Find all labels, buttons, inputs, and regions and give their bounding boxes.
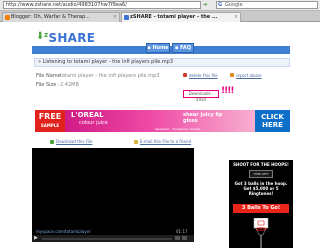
basketball-hoop-icon — [253, 218, 269, 248]
nav-faq-button[interactable]: ▪ FAQ — [172, 43, 194, 53]
ad-click-here-button[interactable]: CLICK HERE — [255, 110, 290, 132]
email-icon[interactable] — [134, 140, 138, 144]
google-icon: G — [218, 2, 223, 8]
downloads-value: 5934 — [195, 97, 207, 102]
url-field[interactable]: http://www.zshare.net/audio/4983107hw7f9… — [3, 1, 201, 9]
breadcrumb: » Listening to totami player - the infi … — [34, 58, 290, 67]
close-icon[interactable]: × — [113, 13, 117, 22]
annotation-exclamations: !!!! — [221, 86, 234, 96]
faq-icon: ▪ — [174, 45, 179, 51]
nav-home-label: Home — [152, 45, 169, 51]
player-progress-bar[interactable] — [42, 238, 172, 240]
download-file-link[interactable]: Download this File — [56, 139, 92, 144]
go-arrow-icon[interactable]: ➜ — [203, 1, 209, 9]
close-icon[interactable]: × — [234, 13, 238, 22]
ad-product: colour juice — [79, 120, 108, 126]
side-ad[interactable]: SHOOT FOR THE HOOPS! TIME LEFT Got 3 bal… — [229, 160, 293, 248]
page-viewport: ⬇ zSHARE ▪ Home ▪ FAQ » Listening to tot… — [0, 22, 320, 248]
file-size-label: File Size : — [36, 82, 60, 88]
download-icon[interactable] — [50, 140, 54, 144]
nav-faq-label: FAQ — [180, 45, 192, 51]
tab-bar: Blogger: Oh, Warfar & Therap... × zSHARE… — [0, 11, 320, 22]
ad-strip-text: Sweetest... Strawberry Sorbet... — [155, 127, 203, 131]
nav-home-button[interactable]: ▪ Home — [146, 43, 170, 53]
volume-icon[interactable] — [175, 236, 180, 240]
file-name-value: totami player - the infi players pile.mp… — [60, 73, 160, 79]
player-brand: myspace.com/totamiplayer — [36, 229, 91, 234]
tab-blogger[interactable]: Blogger: Oh, Warfar & Therap... × — [2, 12, 120, 22]
email-file-link[interactable]: E-mail this File to a friend — [140, 139, 191, 144]
home-icon: ▪ — [147, 45, 151, 51]
address-toolbar: http://www.zshare.net/audio/4983107hw7f9… — [0, 0, 320, 11]
ad-sample-text: SAMPLE — [40, 123, 60, 128]
delete-file-link[interactable]: delete this file — [189, 73, 218, 78]
downloads-label: Downloads : — [188, 91, 214, 96]
file-size-value: 2.42MB — [60, 82, 79, 88]
zshare-favicon-icon — [124, 15, 129, 20]
tab-label: zSHARE - totami player - the ... — [130, 14, 218, 20]
ad-free-sample[interactable]: FREE SAMPLE — [35, 110, 65, 132]
zshare-logo[interactable]: zSHARE — [44, 31, 95, 45]
blogger-favicon-icon — [5, 15, 10, 20]
audio-player[interactable]: myspace.com/totamiplayer 01:17 ▶ — [32, 148, 194, 242]
google-search-field[interactable]: G Google — [216, 1, 318, 9]
downloads-counter: Downloads : 5934 — [183, 90, 219, 102]
ad-free-text: FREE — [38, 112, 62, 121]
player-time: 01:17 — [176, 229, 188, 234]
report-abuse-link[interactable]: report abuse — [236, 73, 262, 78]
ad-banner[interactable]: L'OREAL colour juice shear juicy lip glo… — [65, 110, 255, 132]
tab-label: Blogger: Oh, Warfar & Therap... — [11, 14, 90, 20]
delete-icon[interactable] — [183, 73, 187, 77]
fullscreen-icon[interactable] — [182, 236, 187, 240]
download-actions: Download this File E-mail this File to a… — [34, 139, 292, 146]
play-icon[interactable]: ▶ — [34, 235, 40, 241]
ad-tagline: shear juicy lip gloss — [183, 112, 223, 124]
search-engine-label: Google — [225, 2, 243, 8]
zshare-arrow-icon: ⬇ — [36, 31, 45, 42]
report-icon[interactable] — [230, 73, 234, 77]
tab-zshare[interactable]: zSHARE - totami player - the ... × — [121, 12, 241, 22]
ad-brand: L'OREAL — [71, 111, 104, 119]
side-ad-cta[interactable]: 3 Balls To Go! — [233, 204, 289, 213]
side-ad-text: Got 3 balls in the hoop. Get $5,000 or 5… — [234, 181, 288, 196]
side-ad-title: SHOOT FOR THE HOOPS! — [233, 162, 289, 167]
side-ad-clock: TIME LEFT — [249, 170, 273, 178]
